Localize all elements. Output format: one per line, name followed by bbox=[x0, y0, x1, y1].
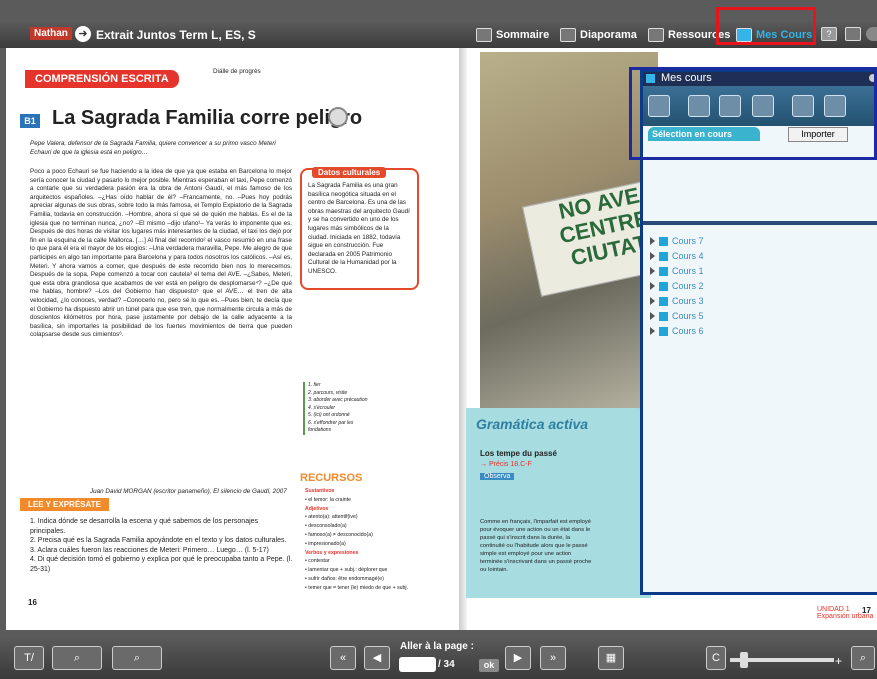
zoom-magnifier-icon[interactable]: ⌕ bbox=[851, 646, 875, 670]
expand-arrow-icon[interactable] bbox=[650, 312, 655, 320]
last-page-icon[interactable]: » bbox=[540, 646, 566, 670]
cours-icon bbox=[659, 236, 668, 246]
zoom-page-tool-icon[interactable]: ⌕ bbox=[112, 646, 162, 670]
cours-icon bbox=[659, 326, 668, 336]
cours-icon bbox=[659, 281, 668, 291]
goto-ok-button[interactable]: ok bbox=[479, 659, 499, 672]
cours-icon bbox=[659, 251, 668, 261]
recursos-title: RECURSOS bbox=[300, 472, 363, 484]
help-icon[interactable]: ? bbox=[821, 27, 837, 41]
grammar-text: Comme en français, l'imparfait est emplo… bbox=[480, 519, 592, 573]
sommaire-button[interactable]: Sommaire bbox=[476, 26, 549, 44]
intro-text: Pepe Valera, defensor de la Sagrada Fami… bbox=[30, 140, 276, 156]
attribution: Juan David MORGAN (escritor panameño), E… bbox=[90, 488, 287, 495]
cours-item[interactable]: Cours 3 bbox=[650, 294, 704, 308]
cultural-note-tag: Datos culturales bbox=[312, 167, 387, 178]
previous-page-icon[interactable]: ◀ bbox=[364, 646, 390, 670]
cours-icon bbox=[659, 296, 668, 306]
page-heading: La Sagrada Familia corre peligro bbox=[52, 107, 363, 129]
grammar-title: Gramática activa bbox=[476, 416, 589, 432]
zoom-slider-handle[interactable] bbox=[740, 652, 748, 668]
grid-icon bbox=[560, 28, 576, 42]
page-total: / 34 bbox=[438, 659, 455, 670]
audio-cd-icon[interactable] bbox=[328, 107, 348, 127]
zoom-area-tool-icon[interactable]: ⌕ bbox=[52, 646, 102, 670]
expand-arrow-icon[interactable] bbox=[650, 327, 655, 335]
close-icon[interactable] bbox=[866, 27, 877, 41]
double-page-icon[interactable]: ▦ bbox=[598, 646, 624, 670]
diaporama-button[interactable]: Diaporama bbox=[560, 26, 637, 44]
section-ribbon: COMPRENSIÓN ESCRITA bbox=[25, 70, 179, 88]
document-title: Extrait Juntos Term L, ES, S bbox=[96, 28, 256, 42]
fullscreen-icon[interactable] bbox=[845, 27, 861, 41]
activity-number: B1 bbox=[20, 114, 40, 128]
exercise-list: 1. Indica dónde se desarrolla la escena … bbox=[30, 518, 293, 573]
zoom-reset-icon[interactable]: C bbox=[706, 646, 726, 670]
expand-arrow-icon[interactable] bbox=[650, 282, 655, 290]
panel-highlight bbox=[629, 67, 877, 160]
goto-page-label: Aller à la page : bbox=[400, 641, 474, 652]
first-page-icon[interactable]: « bbox=[330, 646, 356, 670]
mes-cours-highlight bbox=[716, 7, 816, 45]
cultural-note-text: La Sagrada Familia es una gran basílica … bbox=[308, 182, 410, 275]
cours-item[interactable]: Cours 2 bbox=[650, 279, 704, 293]
zoom-plus-icon[interactable]: + bbox=[835, 654, 842, 668]
arrow-right-icon[interactable]: ➜ bbox=[75, 26, 91, 42]
grammar-subtitle: Los tempe du passé bbox=[480, 449, 557, 458]
expand-arrow-icon[interactable] bbox=[650, 252, 655, 260]
cours-item[interactable]: Cours 1 bbox=[650, 264, 704, 278]
cours-item[interactable]: Cours 7 bbox=[650, 234, 704, 248]
list-icon bbox=[476, 28, 492, 42]
cours-icon bbox=[659, 311, 668, 321]
annotate-tool-icon[interactable]: T/ bbox=[14, 646, 44, 670]
recursos-list: Sustantivos • el temor: la crainte Adjet… bbox=[305, 488, 409, 591]
cours-icon bbox=[659, 266, 668, 276]
progress-note: Diálle de progrès bbox=[213, 68, 261, 75]
expand-arrow-icon[interactable] bbox=[650, 297, 655, 305]
cours-item[interactable]: Cours 4 bbox=[650, 249, 704, 263]
cours-item[interactable]: Cours 6 bbox=[650, 324, 704, 338]
left-page-number: 16 bbox=[28, 598, 37, 607]
right-page-number: 17 bbox=[862, 606, 871, 615]
goto-page-input[interactable] bbox=[399, 657, 436, 672]
main-text: Poco a poco Echauri se fue haciendo a la… bbox=[30, 168, 292, 339]
cours-item[interactable]: Cours 5 bbox=[650, 309, 704, 323]
folder-icon bbox=[648, 28, 664, 42]
glossary: 1. fier 2. parcours, visite 3. aborder a… bbox=[303, 382, 368, 435]
next-page-icon[interactable]: ▶ bbox=[505, 646, 531, 670]
expand-arrow-icon[interactable] bbox=[650, 237, 655, 245]
panel-divider bbox=[643, 221, 877, 225]
grammar-ref: → Précis 18.C-F bbox=[480, 461, 532, 468]
nathan-logo: Nathan bbox=[30, 27, 72, 40]
exercises-title: LEE Y EXPRÉSATE bbox=[20, 498, 109, 511]
expand-arrow-icon[interactable] bbox=[650, 267, 655, 275]
grammar-observe: Observa bbox=[480, 473, 515, 480]
